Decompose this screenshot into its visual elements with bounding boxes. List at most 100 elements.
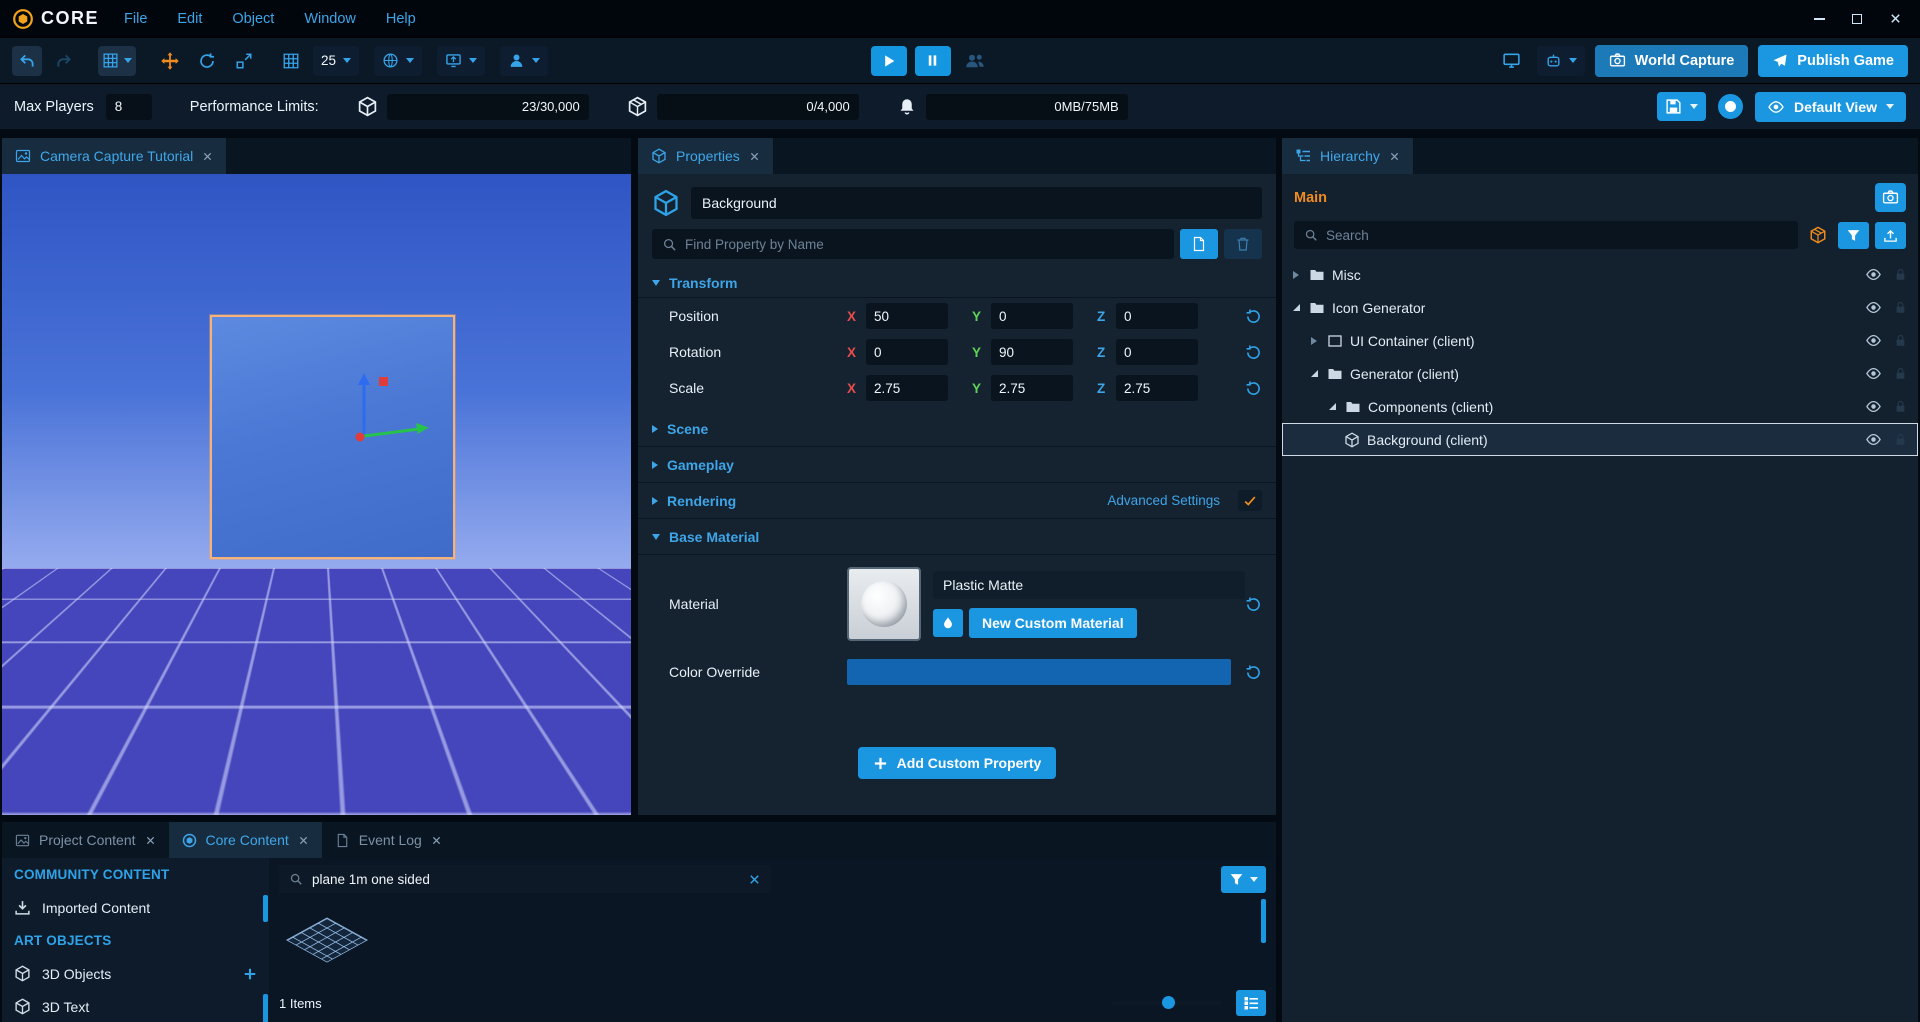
section-rendering[interactable]: Rendering Advanced Settings: [638, 483, 1276, 519]
advanced-settings-toggle[interactable]: [1238, 490, 1262, 511]
lock-icon[interactable]: [1893, 333, 1908, 348]
expander-collapsed-icon[interactable]: [1308, 337, 1320, 345]
add-custom-property-button[interactable]: Add Custom Property: [858, 747, 1057, 779]
sidebar-scrollbar-thumb[interactable]: [263, 895, 268, 922]
position-y-input[interactable]: [991, 303, 1073, 329]
play-button[interactable]: [871, 46, 907, 76]
default-view-dropdown[interactable]: Default View: [1755, 92, 1906, 122]
section-base-material[interactable]: Base Material: [638, 519, 1276, 555]
world-settings-dropdown[interactable]: [374, 46, 422, 76]
save-dropdown-button[interactable]: [1657, 92, 1706, 121]
close-tab-icon[interactable]: [202, 151, 213, 162]
screen-mode-dropdown[interactable]: [437, 46, 485, 76]
lock-icon[interactable]: [1893, 432, 1908, 447]
grid-scrollbar-thumb[interactable]: [1261, 899, 1266, 943]
hierarchy-filter-button[interactable]: [1838, 222, 1869, 249]
section-gameplay[interactable]: Gameplay: [638, 447, 1276, 483]
visibility-eye-icon[interactable]: [1865, 332, 1882, 349]
viewport-canvas[interactable]: [2, 174, 631, 815]
asset-plane-1m-one-sided[interactable]: [279, 903, 375, 977]
expander-expanded-icon[interactable]: [1290, 304, 1302, 311]
content-filter-dropdown[interactable]: [1221, 866, 1266, 893]
sidebar-item-imported-content[interactable]: Imported Content: [2, 891, 269, 924]
world-capture-button[interactable]: World Capture: [1595, 45, 1749, 77]
property-search-box[interactable]: [652, 229, 1174, 259]
move-tool-button[interactable]: [155, 46, 185, 76]
close-tab-icon[interactable]: [431, 835, 442, 846]
template-button[interactable]: [1804, 222, 1832, 248]
max-players-input[interactable]: [106, 94, 152, 120]
sidebar-scrollbar-thumb[interactable]: [263, 994, 268, 1022]
tab-camera-capture-tutorial[interactable]: Camera Capture Tutorial: [2, 138, 226, 174]
rotate-tool-button[interactable]: [192, 46, 222, 76]
bot-tools-dropdown[interactable]: [1537, 46, 1585, 76]
scene-capture-button[interactable]: [1875, 183, 1906, 212]
reset-scale-button[interactable]: [1245, 380, 1262, 397]
material-name-value[interactable]: Plastic Matte: [933, 571, 1245, 599]
scale-x-input[interactable]: [866, 375, 948, 401]
object-name-input[interactable]: [691, 187, 1262, 219]
rotation-z-input[interactable]: [1116, 339, 1198, 365]
player-view-dropdown[interactable]: [500, 46, 548, 76]
tree-row-components[interactable]: Components (client): [1282, 390, 1918, 423]
expander-collapsed-icon[interactable]: [1290, 271, 1302, 279]
tab-project-content[interactable]: Project Content: [2, 822, 169, 858]
menu-help[interactable]: Help: [371, 0, 431, 37]
reset-position-button[interactable]: [1245, 308, 1262, 325]
tree-row-misc[interactable]: Misc: [1282, 258, 1918, 291]
reset-color-override-button[interactable]: [1245, 664, 1262, 681]
thumbnail-size-slider[interactable]: [1112, 1001, 1222, 1005]
expander-expanded-icon[interactable]: [1326, 403, 1338, 410]
copy-properties-button[interactable]: [1180, 229, 1218, 259]
lock-icon[interactable]: [1893, 267, 1908, 282]
grid-size-dropdown[interactable]: 25: [313, 46, 359, 76]
preview-window-button[interactable]: [1497, 46, 1527, 76]
tab-event-log[interactable]: Event Log: [322, 822, 455, 858]
minimize-button[interactable]: [1802, 5, 1836, 33]
visibility-eye-icon[interactable]: [1865, 365, 1882, 382]
material-picker-button[interactable]: [933, 609, 963, 637]
restore-button[interactable]: [1840, 5, 1874, 33]
color-override-swatch[interactable]: [847, 659, 1231, 685]
lock-icon[interactable]: [1893, 399, 1908, 414]
section-scene[interactable]: Scene: [638, 411, 1276, 447]
tree-row-background-selected[interactable]: Background (client): [1282, 423, 1918, 456]
advanced-settings-link[interactable]: Advanced Settings: [1107, 493, 1220, 508]
grid-snap-dropdown[interactable]: [98, 46, 136, 76]
tab-core-content[interactable]: Core Content: [169, 822, 322, 858]
rotation-x-input[interactable]: [866, 339, 948, 365]
pause-button[interactable]: [915, 46, 951, 76]
content-search-input[interactable]: [312, 872, 739, 887]
menu-object[interactable]: Object: [217, 0, 289, 37]
delete-properties-button[interactable]: [1224, 229, 1262, 259]
section-transform[interactable]: Transform: [638, 269, 1276, 298]
sidebar-item-3d-text[interactable]: 3D Text: [2, 990, 269, 1022]
hierarchy-search-box[interactable]: [1294, 221, 1798, 249]
close-tab-icon[interactable]: [298, 835, 309, 846]
undo-button[interactable]: [12, 46, 42, 76]
new-custom-material-button[interactable]: New Custom Material: [969, 608, 1137, 638]
visibility-eye-icon[interactable]: [1865, 299, 1882, 316]
multiplayer-preview-button[interactable]: [965, 51, 985, 71]
clear-search-button[interactable]: [748, 873, 761, 886]
visibility-eye-icon[interactable]: [1865, 431, 1882, 448]
scale-y-input[interactable]: [991, 375, 1073, 401]
tab-hierarchy[interactable]: Hierarchy: [1282, 138, 1413, 174]
scale-tool-button[interactable]: [229, 46, 259, 76]
menu-edit[interactable]: Edit: [162, 0, 217, 37]
tree-row-icon-generator[interactable]: Icon Generator: [1282, 291, 1918, 324]
material-preview[interactable]: [847, 567, 921, 641]
grid-toggle-button[interactable]: [276, 46, 306, 76]
lock-icon[interactable]: [1893, 366, 1908, 381]
expander-expanded-icon[interactable]: [1308, 370, 1320, 377]
position-z-input[interactable]: [1116, 303, 1198, 329]
add-3d-object-button[interactable]: [243, 967, 257, 981]
reset-material-button[interactable]: [1245, 596, 1262, 613]
tab-properties[interactable]: Properties: [638, 138, 773, 174]
close-tab-icon[interactable]: [1389, 151, 1400, 162]
menu-file[interactable]: File: [109, 0, 162, 37]
view-mode-button[interactable]: [1236, 990, 1266, 1016]
close-tab-icon[interactable]: [749, 151, 760, 162]
help-button[interactable]: [1718, 94, 1743, 119]
visibility-eye-icon[interactable]: [1865, 398, 1882, 415]
